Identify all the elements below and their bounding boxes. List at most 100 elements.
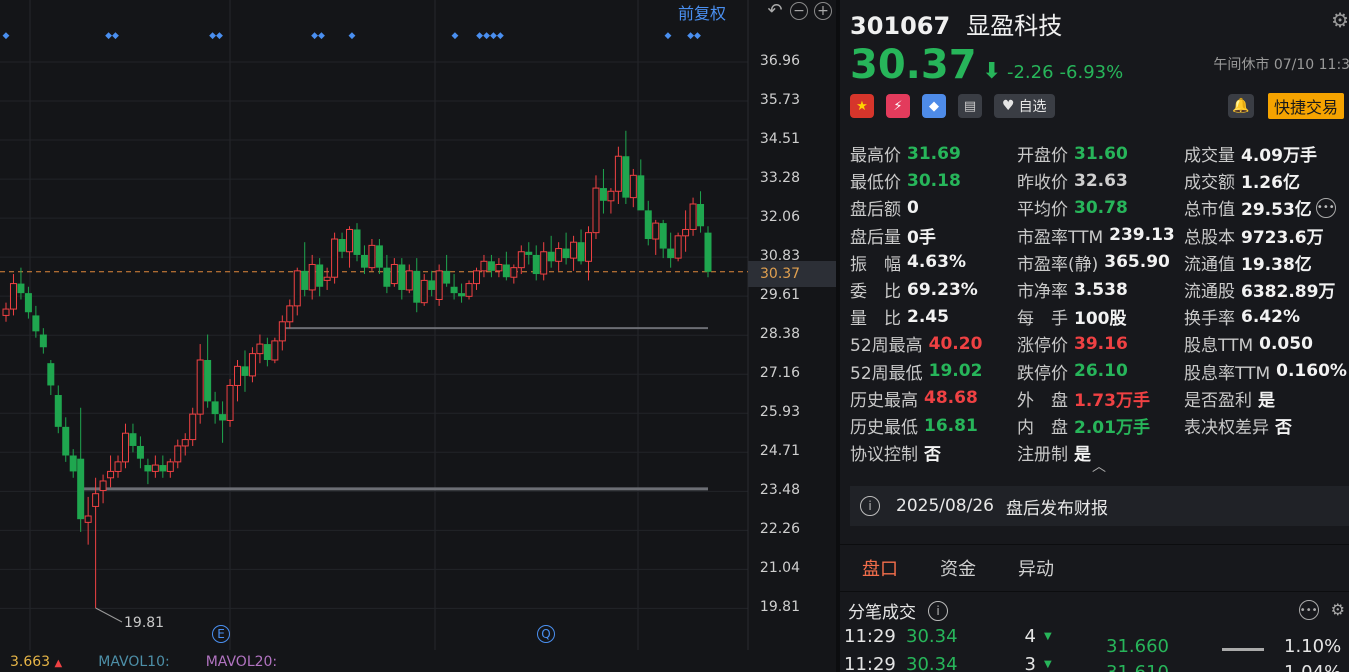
candle-body (204, 359, 212, 402)
candle-body (592, 187, 600, 234)
stat-item: 换手率 6.42% (1184, 303, 1300, 330)
stat-value: 0.050 (1259, 333, 1313, 354)
gear-icon[interactable]: ⚙ (1331, 8, 1349, 32)
down-arrow-icon: ▼ (1044, 630, 1052, 642)
collapse-icon[interactable]: ︿ (1092, 456, 1106, 476)
candle-body (420, 279, 428, 304)
stat-item: 振 幅 4.63% (850, 249, 966, 276)
event-marker: ◆◆ (687, 31, 701, 41)
candle-body (114, 461, 122, 472)
mavol10-label: MAVOL10: (98, 654, 170, 670)
candle-body (599, 188, 607, 201)
info-icon: i (860, 496, 880, 516)
stat-label: 盘后量 (850, 227, 901, 248)
stat-value: 4.09万手 (1241, 146, 1317, 166)
event-marker: ◆ (452, 31, 459, 41)
tab-handicap[interactable]: 盘口 (862, 555, 898, 581)
candle-body (77, 458, 85, 520)
candle-body (368, 244, 376, 269)
stat-label: 开盘价 (1017, 146, 1068, 166)
stat-item: 股息TTM 0.050 (1184, 330, 1313, 357)
candle-body (472, 270, 480, 285)
stat-label: 涨停价 (1017, 336, 1068, 357)
candle-body (301, 270, 309, 290)
earnings-notice[interactable]: i 2025/08/26 盘后发布财报 (850, 486, 1349, 526)
info-icon[interactable]: i (928, 600, 948, 621)
stat-item: 总股本 9723.6万 (1184, 222, 1324, 249)
bell-icon[interactable]: 🔔 (1228, 94, 1254, 118)
quick-trade-button[interactable]: 快捷交易 (1268, 93, 1345, 119)
candle-body (644, 210, 652, 240)
price-tick: 35.73 (759, 92, 800, 109)
stat-label: 外 盘 (1017, 390, 1068, 411)
heart-icon: ♥ (1002, 98, 1015, 114)
tab-movements[interactable]: 异动 (1018, 555, 1054, 581)
stat-label: 内 盘 (1017, 418, 1068, 438)
trade-row: 11:29 30.34 4 ▼ (844, 624, 1052, 648)
stat-label: 市盈率(静) (1017, 254, 1099, 275)
stat-item: 是否盈利是 (1184, 385, 1275, 412)
candle-body (54, 395, 62, 427)
more-icon[interactable]: ••• (1315, 197, 1336, 218)
stat-label: 注册制 (1017, 445, 1068, 466)
candle-body (47, 363, 55, 386)
candle-body (84, 515, 92, 523)
earnings-badge[interactable]: E (212, 625, 230, 643)
stat-value: 否 (1275, 418, 1292, 438)
stat-value: 2.01万手 (1074, 418, 1150, 438)
stat-label: 股息TTM (1184, 336, 1254, 357)
watchlist-button[interactable]: ♥ 自选 (994, 94, 1055, 118)
price-tick: 21.04 (759, 560, 800, 577)
stat-label: 平均价 (1017, 200, 1068, 221)
candle-body (570, 241, 578, 259)
stat-item: 成交量 4.09万手 (1184, 140, 1317, 167)
limit-up-icon[interactable]: ⚡ (886, 94, 910, 118)
candle-body (92, 493, 100, 507)
trades-tools: ••• ⚙ (1298, 600, 1345, 620)
candle-body (689, 203, 697, 230)
candle-body (480, 260, 488, 272)
candle-body (659, 223, 667, 249)
quarter-badge[interactable]: Q (537, 625, 555, 643)
stat-item: 市盈率(静) 365.90 (1017, 249, 1170, 276)
stat-label: 市净率 (1017, 282, 1068, 302)
candle-body (263, 344, 271, 360)
event-marker: ◆ (3, 31, 10, 41)
stat-value: 239.13 (1109, 225, 1175, 246)
stat-label: 量 比 (850, 309, 901, 330)
tab-funds[interactable]: 资金 (940, 555, 976, 581)
restore-button[interactable]: 前复权 (678, 0, 726, 24)
stat-item: 市盈率TTM 239.13 (1017, 222, 1175, 249)
more-icon[interactable]: ••• (1298, 600, 1319, 620)
candle-body (495, 263, 503, 272)
stat-value: 0 (907, 197, 919, 218)
candle-body (189, 413, 197, 441)
candle-body (532, 254, 540, 275)
candle-body (360, 254, 368, 268)
stat-value: 31.69 (907, 143, 961, 164)
event-marker: ◆ (665, 31, 672, 41)
stat-label: 每 手 (1017, 309, 1068, 330)
candle-body (502, 264, 510, 278)
kline-chart[interactable]: ◆ ◆◆ ◆◆ ◆◆ ◆ ◆ ◆◆◆◆ ◆ ◆◆ 前复权 ↶ − + 36.96 35.73 34.… (0, 0, 836, 672)
stat-value: 3.538 (1074, 279, 1128, 300)
price-tick: 27.16 (759, 365, 800, 382)
candle-body (435, 270, 443, 301)
china-flag-icon[interactable]: ★ (850, 94, 874, 118)
document-icon[interactable]: ▤ (958, 94, 982, 118)
trades-section-header: 分笔成交 i (848, 598, 948, 623)
candle-body (465, 283, 473, 297)
stat-value: 19.02 (928, 361, 983, 382)
event-marker: ◆◆ (209, 31, 223, 41)
candle-body (39, 334, 47, 348)
candle-body (540, 251, 548, 275)
candle-body (136, 445, 144, 459)
candle-body (129, 433, 137, 446)
stat-value: 0手 (907, 227, 936, 248)
settings-icon[interactable]: ⚙ (1331, 600, 1345, 620)
tag-icon[interactable]: ◆ (922, 94, 946, 118)
stat-item: 盘后量 0手 (850, 222, 936, 249)
stat-label: 成交量 (1184, 146, 1235, 166)
candle-body (487, 261, 495, 271)
price-tick: 34.51 (759, 131, 800, 148)
